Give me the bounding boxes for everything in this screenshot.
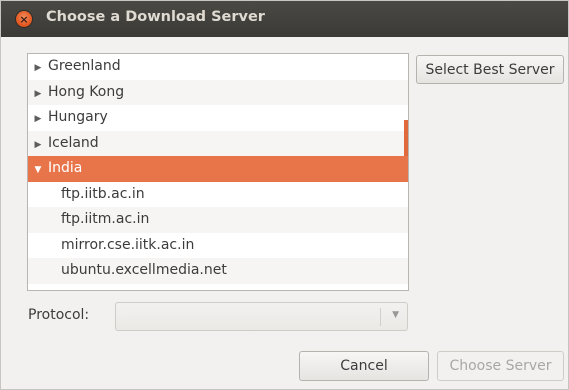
protocol-label: Protocol:: [28, 307, 90, 323]
list-item-label: Hong Kong: [48, 83, 125, 100]
dropdown-divider: [380, 308, 381, 326]
window-title: Choose a Download Server: [46, 9, 265, 25]
choose-server-button[interactable]: Choose Server: [437, 351, 564, 381]
list-item-hungary[interactable]: ▶ Hungary: [28, 105, 408, 131]
list-item-server[interactable]: ubuntu.excellmedia.net: [28, 258, 408, 284]
list-item-hong-kong[interactable]: ▶ Hong Kong: [28, 79, 408, 108]
select-best-server-button[interactable]: Select Best Server: [416, 55, 564, 84]
list-item-label: ftp.iitm.ac.in: [61, 211, 150, 227]
list-item-label: Greenland: [48, 58, 121, 74]
list-item-label: Iceland: [48, 134, 99, 151]
expander-collapsed-icon[interactable]: ▶: [30, 133, 46, 159]
close-icon[interactable]: ×: [16, 11, 32, 27]
list-item-india[interactable]: ▼ India: [28, 156, 408, 182]
list-item-iceland[interactable]: ▶ Iceland: [28, 130, 408, 159]
list-item-label: mirror.cse.iitk.ac.in: [61, 236, 195, 253]
expander-collapsed-icon[interactable]: ▶: [30, 56, 46, 82]
list-item-server[interactable]: mirror.cse.iitk.ac.in: [28, 233, 408, 259]
titlebar: × Choose a Download Server: [1, 1, 568, 37]
expander-expanded-icon[interactable]: ▼: [30, 158, 46, 184]
list-item-server[interactable]: ftp.iitb.ac.in: [28, 182, 408, 208]
scrollbar-thumb[interactable]: [404, 120, 408, 156]
chevron-down-icon[interactable]: ▼: [392, 310, 399, 320]
server-list[interactable]: ▶ Greenland ▶ Hong Kong ▶ Hungary ▶ Iceland …: [27, 53, 409, 291]
list-item-label: India: [48, 160, 83, 176]
expander-collapsed-icon[interactable]: ▶: [30, 107, 46, 133]
cancel-button[interactable]: Cancel: [299, 351, 429, 381]
protocol-dropdown[interactable]: ▼: [115, 302, 408, 331]
list-item-server[interactable]: ftp.iitm.ac.in: [28, 207, 408, 233]
expander-collapsed-icon[interactable]: ▶: [30, 82, 46, 108]
list-item-label: ftp.iitb.ac.in: [61, 185, 145, 202]
list-item-greenland[interactable]: ▶ Greenland: [28, 54, 408, 80]
list-item-label: Hungary: [48, 109, 108, 125]
download-server-dialog: × Choose a Download Server ▶ Greenland ▶ H…: [0, 0, 569, 390]
list-item-label: ubuntu.excellmedia.net: [61, 262, 227, 278]
